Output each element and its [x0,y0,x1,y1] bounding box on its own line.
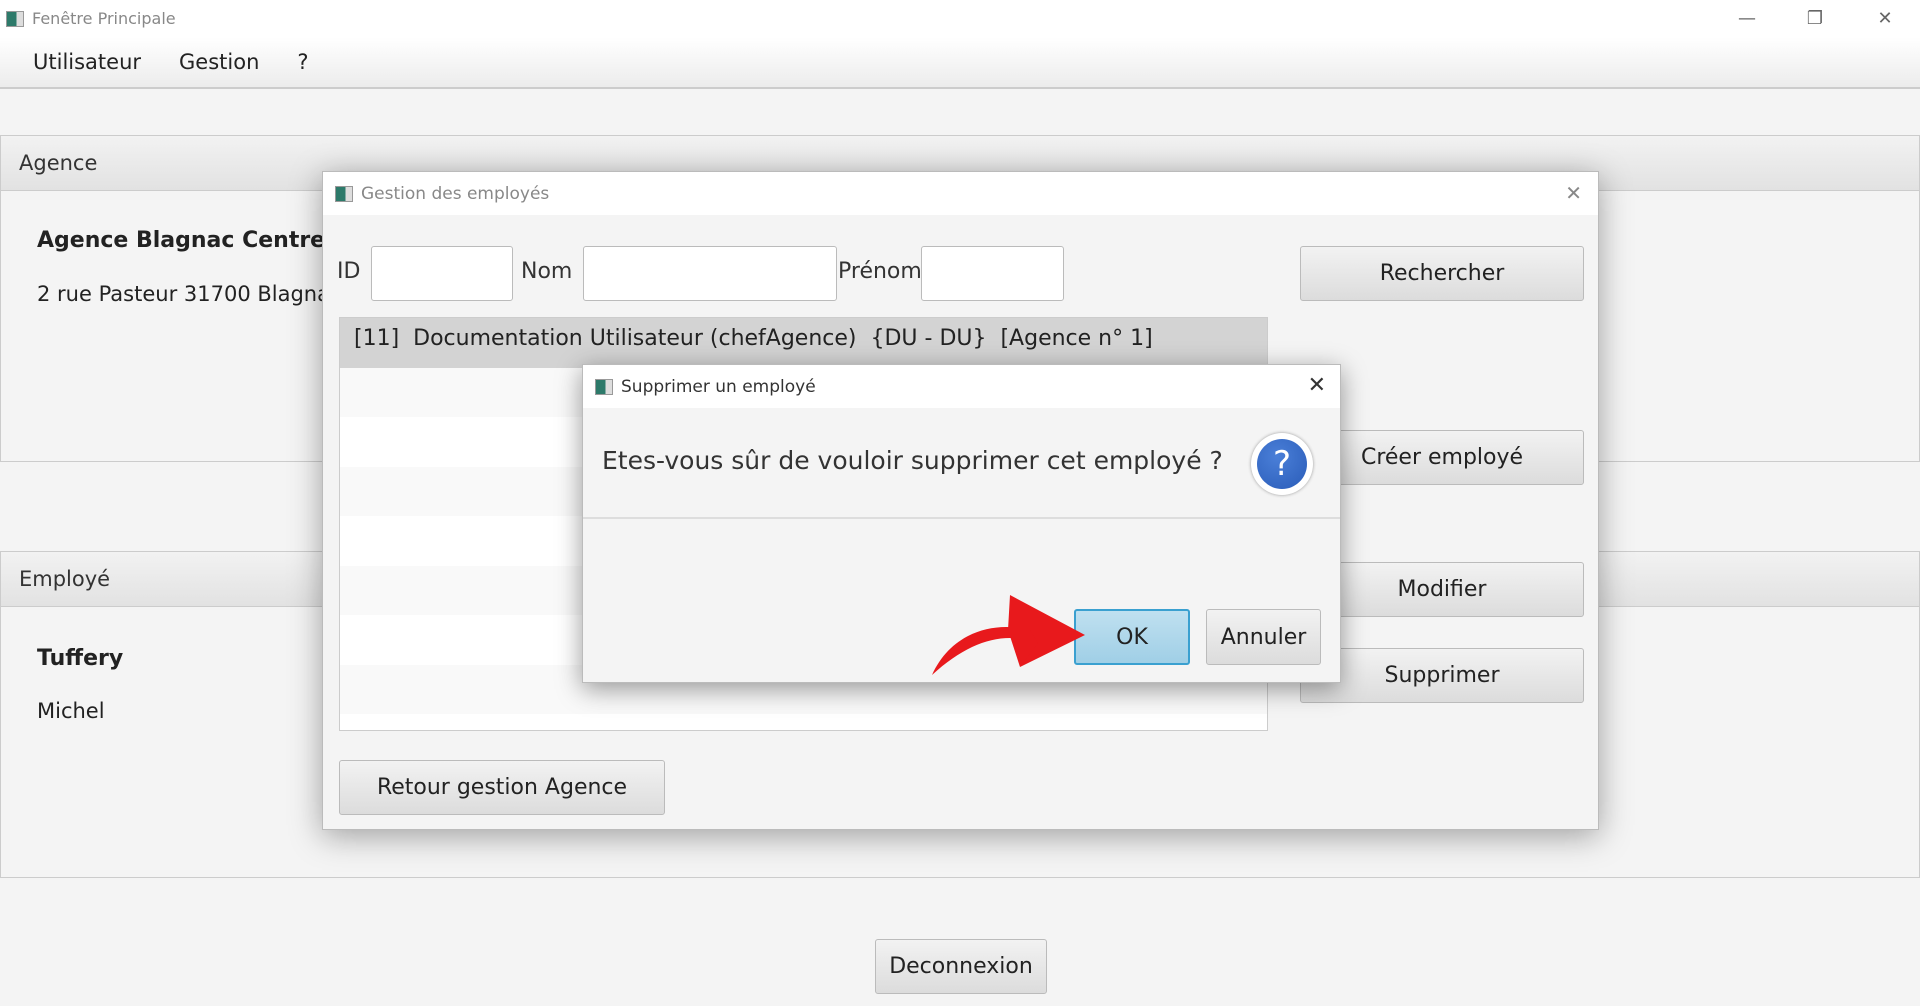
gestion-title: Gestion des employés [361,183,550,204]
app-icon [6,10,24,27]
id-input[interactable] [371,246,513,301]
minimize-icon[interactable]: — [1712,0,1782,37]
close-icon[interactable]: ✕ [1565,181,1582,205]
close-icon[interactable]: ✕ [1850,0,1920,37]
annotation-arrow-icon [932,595,1085,675]
confirm-title-bar: Supprimer un employé ✕ [583,365,1340,408]
prenom-label: Prénom [838,259,922,284]
prenom-input[interactable] [921,246,1064,301]
menu-utilisateur[interactable]: Utilisateur [33,50,141,74]
app-icon [595,378,613,395]
question-icon: ? [1251,433,1313,495]
window-title: Fenêtre Principale [32,9,176,28]
nom-input[interactable] [583,246,837,301]
delete-button[interactable]: Supprimer [1300,648,1584,703]
menu-help[interactable]: ? [297,50,308,74]
confirm-title: Supprimer un employé [621,376,816,397]
search-button[interactable]: Rechercher [1300,246,1584,301]
confirm-header: Etes-vous sûr de vouloir supprimer cet e… [583,408,1340,519]
id-label: ID [337,259,361,284]
close-icon[interactable]: ✕ [1308,373,1326,398]
employe-nom: Tuffery [37,646,124,671]
window-title-bar: Fenêtre Principale [0,0,1920,37]
agence-address: 2 rue Pasteur 31700 Blagnac [37,282,342,306]
back-button[interactable]: Retour gestion Agence [339,760,665,815]
cancel-button[interactable]: Annuler [1206,609,1321,665]
logout-button[interactable]: Deconnexion [875,939,1047,994]
menu-gestion[interactable]: Gestion [179,50,259,74]
gestion-title-bar: Gestion des employés ✕ [323,172,1598,215]
agence-name: Agence Blagnac Centre [37,228,326,253]
app-icon [335,185,353,202]
edit-button[interactable]: Modifier [1300,562,1584,617]
restore-icon[interactable]: ❐ [1780,0,1850,37]
menu-bar: Utilisateur Gestion ? [0,37,1920,89]
list-item[interactable]: [11] Documentation Utilisateur (chefAgen… [340,318,1267,368]
nom-label: Nom [521,259,573,284]
ok-button[interactable]: OK [1074,609,1190,665]
create-employee-button[interactable]: Créer employé [1300,430,1584,485]
confirm-message: Etes-vous sûr de vouloir supprimer cet e… [602,446,1223,475]
employe-prenom: Michel [37,699,105,723]
